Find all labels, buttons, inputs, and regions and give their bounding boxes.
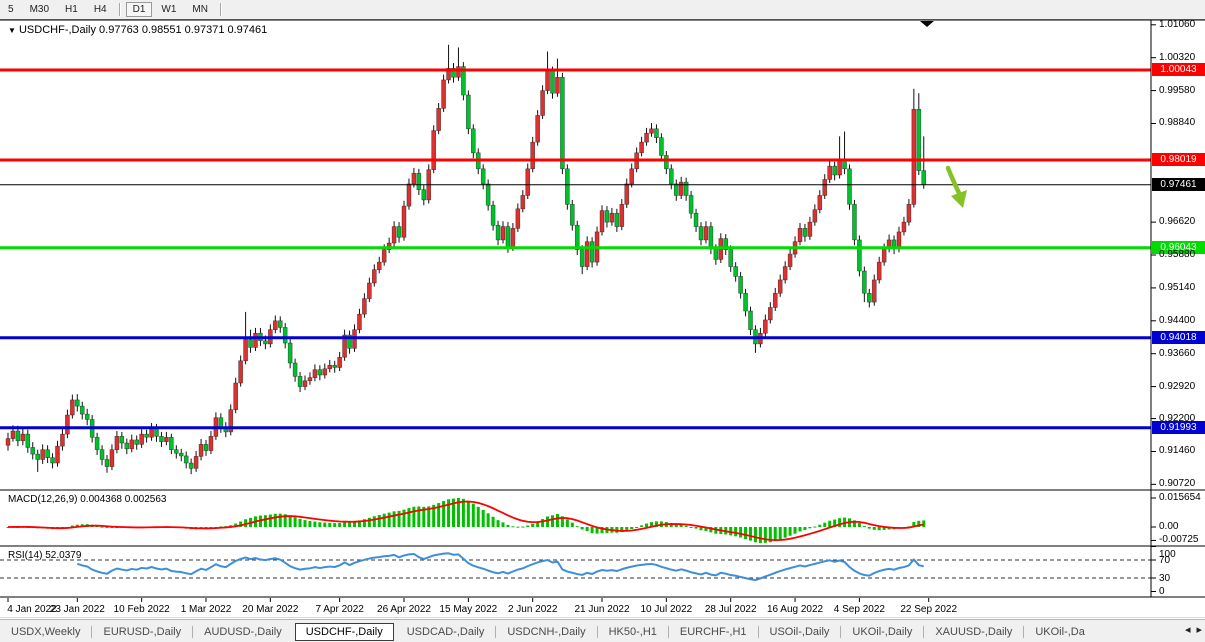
tab-xauusd-daily[interactable]: XAUUSD-,Daily <box>924 623 1023 641</box>
tab-scroll-controls: ◂ ▸ <box>1185 623 1202 636</box>
mt4-terminal-window: 5M30H1H4D1W1MN ▼ USDCHF-,Daily 0.97763 0… <box>0 0 1205 642</box>
tab-eurchf-h1[interactable]: EURCHF-,H1 <box>669 623 758 641</box>
tab-usdx-weekly[interactable]: USDX,Weekly <box>0 623 91 641</box>
candlestick-chart[interactable] <box>0 0 1205 642</box>
tab-usdcnh-daily[interactable]: USDCNH-,Daily <box>496 623 596 641</box>
tab-ukoil-da[interactable]: UKOil-,Da <box>1024 623 1096 641</box>
tab-usdcad-daily[interactable]: USDCAD-,Daily <box>396 623 496 641</box>
trend-arrow-annotation <box>948 168 960 195</box>
tab-usoil-daily[interactable]: USOil-,Daily <box>759 623 841 641</box>
tab-hk50-h1[interactable]: HK50-,H1 <box>598 623 668 641</box>
chart-shift-marker-icon <box>920 21 934 27</box>
tab-eurusd-daily[interactable]: EURUSD-,Daily <box>92 623 192 641</box>
tab-usdchf-daily[interactable]: USDCHF-,Daily <box>295 623 394 641</box>
tab-scroll-right-icon[interactable]: ▸ <box>1196 623 1202 636</box>
tab-audusd-daily[interactable]: AUDUSD-,Daily <box>193 623 293 641</box>
tab-ukoil-daily[interactable]: UKOil-,Daily <box>841 623 923 641</box>
symbol-tab-bar: USDX,WeeklyEURUSD-,DailyAUDUSD-,DailyUSD… <box>0 619 1205 642</box>
tab-scroll-left-icon[interactable]: ◂ <box>1185 623 1191 636</box>
